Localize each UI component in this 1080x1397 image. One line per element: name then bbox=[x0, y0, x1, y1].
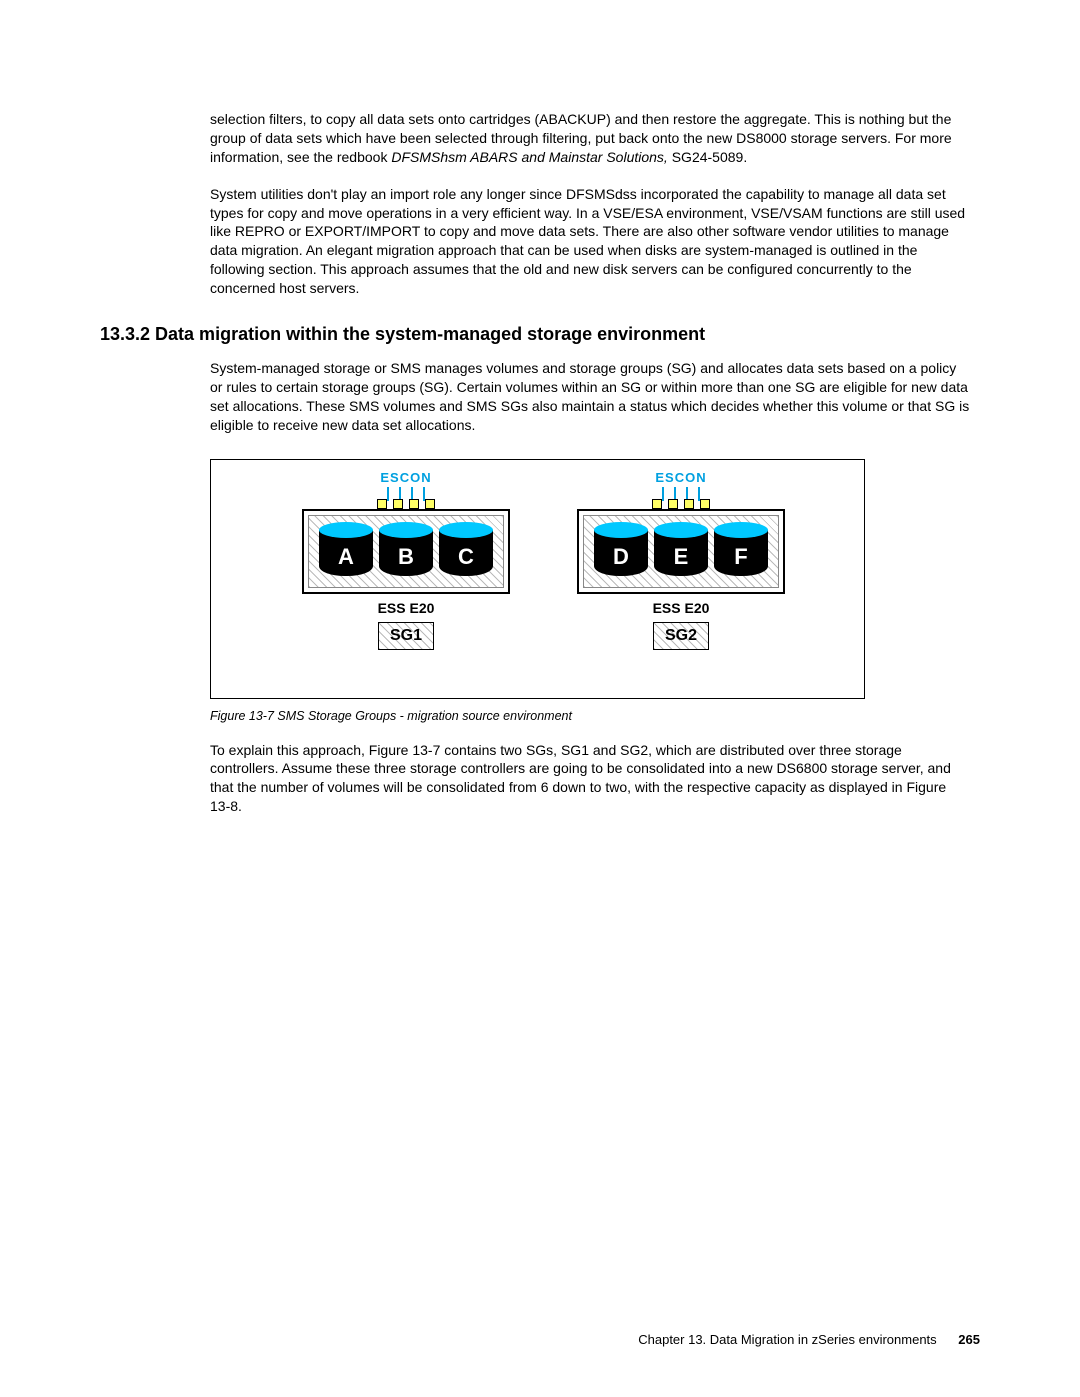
ports-right bbox=[556, 499, 806, 509]
disk-c: C bbox=[439, 522, 493, 580]
port-icon bbox=[700, 499, 710, 509]
para1-tail: SG24-5089. bbox=[672, 149, 748, 165]
escon-label-left: ESCON bbox=[281, 470, 531, 485]
port-icon bbox=[393, 499, 403, 509]
page-footer: Chapter 13. Data Migration in zSeries en… bbox=[638, 1332, 980, 1347]
port-icon bbox=[377, 499, 387, 509]
escon-label-right: ESCON bbox=[556, 470, 806, 485]
escon-line bbox=[387, 487, 389, 501]
disk-label: B bbox=[379, 544, 433, 570]
paragraph-1: selection filters, to copy all data sets… bbox=[210, 110, 970, 298]
ess-caption-left: ESS E20 bbox=[281, 600, 531, 616]
ess-caption-right: ESS E20 bbox=[556, 600, 806, 616]
ess-box-right: D E F bbox=[577, 509, 785, 594]
port-icon bbox=[409, 499, 419, 509]
sg2-box: SG2 bbox=[653, 622, 709, 650]
port-icon bbox=[684, 499, 694, 509]
disk-b: B bbox=[379, 522, 433, 580]
port-icon bbox=[668, 499, 678, 509]
disk-d: D bbox=[594, 522, 648, 580]
sg1-box: SG1 bbox=[378, 622, 434, 650]
disk-label: D bbox=[594, 544, 648, 570]
disk-a: A bbox=[319, 522, 373, 580]
disk-label: A bbox=[319, 544, 373, 570]
disk-e: E bbox=[654, 522, 708, 580]
paragraph-3: System-managed storage or SMS manages vo… bbox=[210, 359, 970, 435]
disk-label: C bbox=[439, 544, 493, 570]
page: selection filters, to copy all data sets… bbox=[0, 0, 1080, 1397]
port-icon bbox=[652, 499, 662, 509]
figure-caption: Figure 13-7 SMS Storage Groups - migrati… bbox=[210, 709, 980, 723]
disk-label: E bbox=[654, 544, 708, 570]
ports-left bbox=[281, 499, 531, 509]
page-number: 265 bbox=[958, 1332, 980, 1347]
sg2-label: SG2 bbox=[665, 627, 697, 645]
ess-left-group: ESCON bbox=[281, 470, 531, 650]
figure-13-7: ESCON bbox=[210, 459, 980, 699]
disk-f: F bbox=[714, 522, 768, 580]
paragraph-4: To explain this approach, Figure 13-7 co… bbox=[210, 741, 970, 817]
footer-chapter: Chapter 13. Data Migration in zSeries en… bbox=[638, 1332, 936, 1347]
section-heading: 13.3.2 Data migration within the system-… bbox=[100, 324, 980, 345]
figure-box: ESCON bbox=[210, 459, 865, 699]
escon-line bbox=[662, 487, 664, 501]
para2-text: System utilities don't play an import ro… bbox=[210, 185, 970, 298]
para4-text: To explain this approach, Figure 13-7 co… bbox=[210, 741, 970, 817]
sg1-label: SG1 bbox=[390, 627, 422, 645]
ess-right-group: ESCON bbox=[556, 470, 806, 650]
para1-italic: DFSMShsm ABARS and Mainstar Solutions, bbox=[391, 149, 671, 165]
disk-label: F bbox=[714, 544, 768, 570]
para3-text: System-managed storage or SMS manages vo… bbox=[210, 359, 970, 435]
port-icon bbox=[425, 499, 435, 509]
ess-box-left: A B C bbox=[302, 509, 510, 594]
